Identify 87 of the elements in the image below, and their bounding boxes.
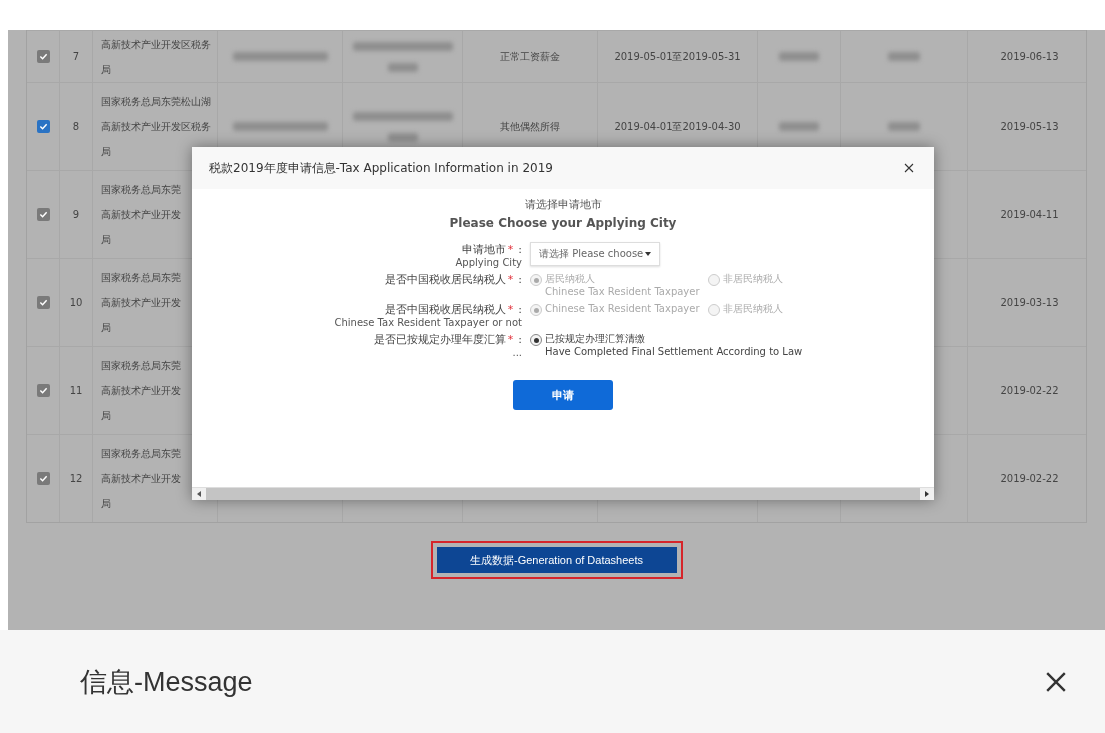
field-sublabel: ... xyxy=(512,347,522,358)
required-mark: * xyxy=(507,333,514,346)
row-number: 9 xyxy=(72,208,80,222)
checkmark-icon xyxy=(38,474,48,483)
apply-button[interactable]: 申请 xyxy=(513,380,613,410)
period-text: 2019-05-01至2019-05-31 xyxy=(614,50,741,64)
dialog-title: 税款2019年度申请信息-Tax Application Information in 2019 xyxy=(209,159,553,177)
row-checkbox[interactable] xyxy=(36,208,50,221)
row-checkbox[interactable] xyxy=(36,384,50,397)
dialog-heading: 请选择申请地市 xyxy=(524,197,602,212)
tax-authority-text: 局 xyxy=(101,62,111,77)
redacted-text xyxy=(779,52,819,61)
tax-authority-text: 局 xyxy=(101,409,111,423)
close-icon[interactable] xyxy=(904,163,914,173)
field-label: 是否中国税收居民纳税人 xyxy=(384,302,506,317)
tax-authority-text: 高新技术产业开发区税务 xyxy=(101,120,211,134)
field-label: 是否中国税收居民纳税人 xyxy=(384,272,506,287)
tax-authority-text: 高新技术产业开发区税务 xyxy=(101,37,211,52)
income-type-text: 正常工资薪金 xyxy=(500,50,560,64)
date-text: 2019-03-13 xyxy=(1000,296,1059,310)
tax-authority-text: 局 xyxy=(101,233,111,247)
option-label: Chinese Tax Resident Taxpayer xyxy=(545,302,700,315)
message-title: 信息-Message xyxy=(80,665,253,699)
generate-button[interactable]: 生成数据-Generation of Datasheets xyxy=(436,547,677,573)
label-colon: : xyxy=(518,273,522,286)
option-sublabel: Have Completed Final Settlement According to Law xyxy=(545,345,803,358)
row-checkbox[interactable] xyxy=(36,472,50,485)
tax-authority-text: 国家税务总局东莞 xyxy=(101,183,181,197)
horizontal-scrollbar[interactable] xyxy=(192,487,934,500)
tax-authority-text: 高新技术产业开发 xyxy=(101,384,181,398)
left-arrow-icon[interactable] xyxy=(197,491,201,497)
option-label: 居民纳税人 xyxy=(545,272,596,285)
checkmark-icon xyxy=(38,52,48,61)
field-sublabel: Chinese Tax Resident Taxpayer or not xyxy=(334,317,522,328)
date-text: 2019-06-13 xyxy=(1000,50,1059,64)
row-number: 10 xyxy=(69,296,83,310)
row-number: 12 xyxy=(69,472,83,486)
checkmark-icon xyxy=(38,210,48,219)
tax-authority-text: 局 xyxy=(101,321,111,335)
option-label: 已按规定办理汇算清缴 xyxy=(545,332,646,345)
radio-button[interactable] xyxy=(530,334,542,346)
dialog-subheading: Please Choose your Applying City xyxy=(449,216,677,230)
option-label: 非居民纳税人 xyxy=(722,302,783,315)
redacted-text xyxy=(387,62,418,72)
date-text: 2019-05-13 xyxy=(1000,120,1059,134)
tax-authority-text: 国家税务总局东莞 xyxy=(101,447,181,461)
income-type-text: 其他偶然所得 xyxy=(500,120,560,134)
label-colon: : xyxy=(518,243,522,256)
close-icon[interactable] xyxy=(1045,670,1067,693)
checkmark-icon xyxy=(38,298,48,307)
row-checkbox[interactable] xyxy=(36,50,50,63)
city-select[interactable]: 请选择 Please choose xyxy=(530,242,660,266)
tax-authority-text: 局 xyxy=(101,497,111,511)
option-sublabel: Chinese Tax Resident Taxpayer xyxy=(545,285,700,298)
tax-authority-text: 国家税务总局东莞 xyxy=(101,271,181,285)
date-text: 2019-02-22 xyxy=(1000,472,1059,486)
label-colon: : xyxy=(518,333,522,346)
row-checkbox[interactable] xyxy=(36,120,50,133)
tax-authority-text: 高新技术产业开发 xyxy=(101,208,181,222)
required-mark: * xyxy=(507,303,514,316)
tax-authority-text: 国家税务总局东莞 xyxy=(101,359,181,373)
row-number: 11 xyxy=(69,384,83,398)
tax-authority-text: 局 xyxy=(101,145,111,159)
caret-icon xyxy=(645,252,651,256)
required-mark: * xyxy=(507,243,514,256)
field-sublabel: Applying City xyxy=(455,257,522,268)
checkmark-icon xyxy=(38,122,48,131)
field-label: 申请地市 xyxy=(461,242,506,257)
row-number: 8 xyxy=(72,120,80,134)
date-text: 2019-04-11 xyxy=(1000,208,1059,222)
required-mark: * xyxy=(507,273,514,286)
row-checkbox[interactable] xyxy=(36,296,50,309)
tax-authority-text: 国家税务总局东莞松山湖 xyxy=(101,95,211,109)
redacted-text xyxy=(387,132,418,142)
checkmark-icon xyxy=(38,386,48,395)
tax-authority-text: 高新技术产业开发 xyxy=(101,472,181,486)
redacted-text xyxy=(888,122,920,131)
right-arrow-icon[interactable] xyxy=(925,491,929,497)
field-label: 是否已按规定办理年度汇算 xyxy=(373,332,506,347)
row-number: 7 xyxy=(72,50,80,64)
option-label: 非居民纳税人 xyxy=(722,272,783,285)
period-text: 2019-04-01至2019-04-30 xyxy=(614,120,741,134)
redacted-text xyxy=(888,52,920,61)
date-text: 2019-02-22 xyxy=(1000,384,1059,398)
tax-authority-text: 高新技术产业开发 xyxy=(101,296,181,310)
redacted-text xyxy=(779,122,819,131)
label-colon: : xyxy=(518,303,522,316)
